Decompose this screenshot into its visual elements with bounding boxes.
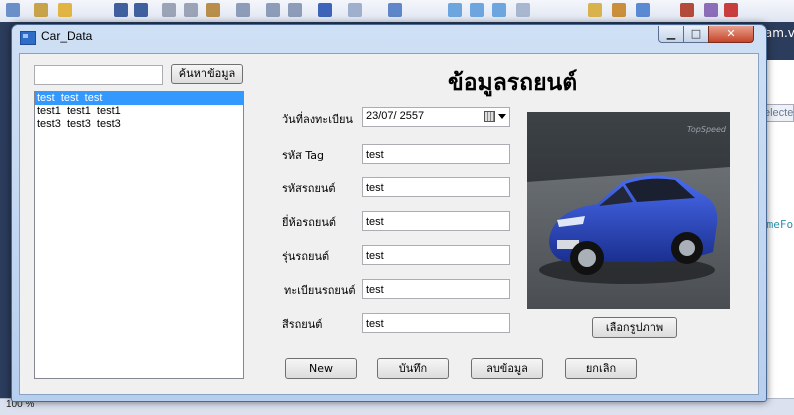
car-id-label: รหัสรถยนต์	[282, 182, 336, 195]
list-item[interactable]: test1 test1 test1	[35, 105, 243, 118]
close-icon: ✕	[726, 27, 736, 40]
comment-icon[interactable]	[266, 3, 280, 17]
tag-label: รหัส Tag	[282, 149, 324, 162]
settings-icon[interactable]	[704, 3, 718, 17]
close-doc-icon[interactable]	[724, 3, 738, 17]
tag-field[interactable]	[362, 144, 510, 164]
solution-explorer-icon[interactable]	[588, 3, 602, 17]
undo-icon[interactable]	[318, 3, 332, 17]
toolbox-icon[interactable]	[680, 3, 694, 17]
new-project-icon[interactable]	[6, 3, 20, 17]
minimize-icon: ▁	[666, 27, 676, 40]
date-value: 23/07/ 2557	[366, 110, 425, 122]
open-file-icon[interactable]	[58, 3, 72, 17]
model-field[interactable]	[362, 245, 510, 265]
stop-icon[interactable]	[492, 3, 506, 17]
cancel-button[interactable]: ยกเลิก	[565, 358, 637, 379]
choose-image-button[interactable]: เลือกรูปภาพ	[592, 317, 677, 338]
car-photo-icon: TopSpeed	[527, 112, 730, 309]
new-button[interactable]: New	[285, 358, 357, 379]
title-bar[interactable]: Car_Data ▁ □ ✕	[12, 25, 766, 49]
color-field[interactable]	[362, 313, 510, 333]
car-listbox[interactable]: test test test test1 test1 test1 test3 t…	[34, 91, 244, 379]
start-icon[interactable]	[448, 3, 462, 17]
plate-field[interactable]	[362, 279, 510, 299]
list-item[interactable]: test test test	[35, 92, 243, 105]
plate-label: ทะเบียนรถยนต์	[284, 284, 356, 297]
form-client-area: ค้นหาข้อมูล test test test test1 test1 t…	[19, 53, 759, 395]
uncomment-icon[interactable]	[288, 3, 302, 17]
registration-date-picker[interactable]: 23/07/ 2557	[362, 107, 510, 127]
maximize-button[interactable]: □	[683, 26, 709, 43]
copy-icon[interactable]	[184, 3, 198, 17]
brand-label: ยี่ห้อรถยนต์	[282, 216, 336, 229]
delete-button[interactable]: ลบข้อมูล	[471, 358, 543, 379]
paste-icon[interactable]	[206, 3, 220, 17]
list-item[interactable]: test3 test3 test3	[35, 118, 243, 131]
minimize-button[interactable]: ▁	[658, 26, 684, 43]
add-item-icon[interactable]	[34, 3, 48, 17]
search-button[interactable]: ค้นหาข้อมูล	[171, 64, 243, 84]
model-label: รุ่นรถยนต์	[282, 250, 330, 263]
redo-icon[interactable]	[348, 3, 362, 17]
properties-icon[interactable]	[612, 3, 626, 17]
calendar-icon[interactable]	[484, 111, 495, 122]
car-picture: TopSpeed	[527, 112, 730, 309]
form-icon	[20, 31, 36, 45]
pause-icon[interactable]	[470, 3, 484, 17]
window-title: Car_Data	[41, 29, 93, 43]
watermark-text: TopSpeed	[687, 125, 727, 134]
car-data-window: Car_Data ▁ □ ✕ ค้นหาข้อมูล test test tes…	[11, 24, 767, 402]
object-browser-icon[interactable]	[636, 3, 650, 17]
maximize-icon: □	[690, 27, 702, 40]
color-label: สีรถยนต์	[282, 318, 323, 331]
car-id-field[interactable]	[362, 177, 510, 197]
page-title: ข้อมูลรถยนต์	[448, 70, 578, 96]
date-label: วันที่ลงทะเบียน	[282, 113, 353, 126]
close-button[interactable]: ✕	[708, 26, 754, 43]
cut-icon[interactable]	[162, 3, 176, 17]
search-input[interactable]	[34, 65, 163, 85]
ide-toolbar	[0, 0, 794, 23]
brand-field[interactable]	[362, 211, 510, 231]
save-all-icon[interactable]	[134, 3, 148, 17]
chevron-down-icon[interactable]	[498, 114, 506, 119]
find-icon[interactable]	[236, 3, 250, 17]
save-icon[interactable]	[114, 3, 128, 17]
step-icon[interactable]	[516, 3, 530, 17]
navigate-icon[interactable]	[388, 3, 402, 17]
save-button[interactable]: บันทึก	[377, 358, 449, 379]
